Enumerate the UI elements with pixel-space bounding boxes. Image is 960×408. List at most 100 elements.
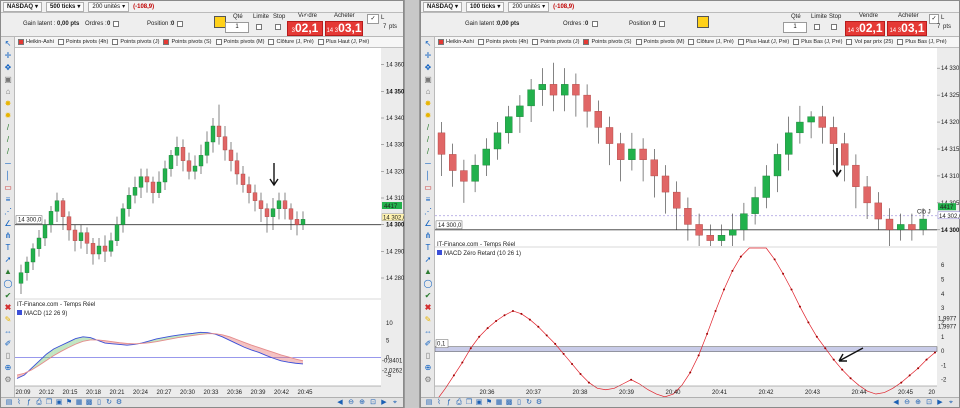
indicator-icon[interactable]: ƒ xyxy=(445,399,453,407)
move-icon[interactable]: ✥ xyxy=(3,63,13,73)
left-position-icon[interactable] xyxy=(177,21,183,27)
right-alert-icon[interactable] xyxy=(697,16,709,28)
right-units-selector[interactable]: 200 unités ▾ xyxy=(508,1,550,12)
check-icon[interactable]: ✓ xyxy=(929,14,939,24)
right-ticks-selector[interactable]: 100 ticks ▾ xyxy=(466,1,505,12)
left-buy-button[interactable]: 14 303,1 xyxy=(325,21,363,36)
indicator-checkbox[interactable] xyxy=(18,39,24,45)
right-position-icon[interactable] xyxy=(659,21,665,27)
fibonacci-fan-icon[interactable]: ⋰ xyxy=(3,207,13,217)
move-icon[interactable]: ✥ xyxy=(423,63,433,73)
bookmark-icon[interactable]: ⚑ xyxy=(65,399,73,407)
indicator-checkbox[interactable] xyxy=(112,39,119,45)
settings-icon[interactable]: ⚙ xyxy=(535,399,543,407)
indicator-toggle[interactable]: Plus Haut (J, Pré) xyxy=(737,39,789,45)
indicator-toggle[interactable]: Vol par prix (25) xyxy=(846,39,893,45)
indicator-toggle[interactable]: Heikin-Ashi xyxy=(18,39,54,45)
indicator-checkbox[interactable] xyxy=(793,39,800,45)
indicator-checkbox[interactable] xyxy=(688,39,695,45)
indicator-checkbox[interactable] xyxy=(477,39,484,45)
brush-icon[interactable]: ✐ xyxy=(3,339,13,349)
alarm-icon[interactable]: ✹ xyxy=(423,111,433,121)
settings-icon[interactable]: ⚙ xyxy=(3,375,13,385)
ellipse-icon[interactable]: ◯ xyxy=(3,279,13,289)
horizontal-line-icon[interactable]: ─ xyxy=(3,159,13,169)
andrews-icon[interactable]: ⋔ xyxy=(423,231,433,241)
right-orders-icon[interactable] xyxy=(592,21,598,27)
left-units-selector[interactable]: 200 unités ▾ xyxy=(88,1,130,12)
save-icon[interactable]: ▣ xyxy=(55,399,63,407)
zoom-fit-icon[interactable]: ⊡ xyxy=(369,399,377,407)
copy-icon[interactable]: ❐ xyxy=(465,399,473,407)
indicator-toggle[interactable]: Points pivots (M) xyxy=(215,39,264,45)
trash-icon[interactable]: ▣ xyxy=(3,75,13,85)
indicator-checkbox[interactable] xyxy=(583,39,590,45)
check-icon[interactable]: ✔ xyxy=(423,291,433,301)
text-icon[interactable]: T xyxy=(3,243,13,253)
zoom-fit-icon[interactable]: ⊡ xyxy=(925,399,933,407)
zoom-out-icon[interactable]: ⊖ xyxy=(347,399,355,407)
channel-icon[interactable]: / xyxy=(423,147,433,157)
indicator-icon[interactable]: ƒ xyxy=(25,399,33,407)
measure-icon[interactable]: ⇔ xyxy=(3,327,13,337)
left-stop-checkbox[interactable] xyxy=(275,24,281,30)
pane-splitter[interactable] xyxy=(404,0,420,408)
arrow-icon[interactable]: ➚ xyxy=(3,255,13,265)
fibonacci-icon[interactable]: ≡ xyxy=(423,195,433,205)
right-chart[interactable]: 14 330 14 325 14 320 14 315 14 310 1 4 3 0 5 14 3… xyxy=(435,48,960,399)
vertical-line-icon[interactable]: │ xyxy=(3,171,13,181)
rectangle-icon[interactable]: ▭ xyxy=(3,183,13,193)
indicator-toggle[interactable]: Points pivots (S) xyxy=(583,39,632,45)
indicator-checkbox[interactable] xyxy=(532,39,539,45)
indicator-toggle[interactable]: Points pivots (J) xyxy=(532,39,579,45)
lock-icon[interactable]: ▯ xyxy=(95,399,103,407)
magnet-icon[interactable]: ⌂ xyxy=(3,87,13,97)
settings-icon[interactable]: ⚙ xyxy=(423,375,433,385)
scroll-left-icon[interactable]: ◀ xyxy=(892,399,900,407)
ray-icon[interactable]: / xyxy=(3,135,13,145)
gann-icon[interactable]: ∠ xyxy=(423,219,433,229)
crosshair-icon[interactable]: ✛ xyxy=(423,51,433,61)
chart-line-icon[interactable]: ⌇ xyxy=(15,399,23,407)
cross-icon[interactable]: ✖ xyxy=(423,303,433,313)
lightbulb-icon[interactable]: ✸ xyxy=(3,99,13,109)
fibonacci-fan-icon[interactable]: ⋰ xyxy=(423,207,433,217)
right-qty-input[interactable]: 1 xyxy=(783,22,807,33)
refresh-icon[interactable]: ↻ xyxy=(105,399,113,407)
zoom-in-icon[interactable]: ⊕ xyxy=(914,399,922,407)
left-orders-icon[interactable] xyxy=(113,21,119,27)
horizontal-line-icon[interactable]: ─ xyxy=(423,159,433,169)
indicator-toggle[interactable]: Plus Haut (J, Pré) xyxy=(317,39,369,45)
right-limit-checkbox[interactable] xyxy=(814,24,820,30)
fibonacci-icon[interactable]: ≡ xyxy=(3,195,13,205)
indicator-checkbox[interactable] xyxy=(57,39,64,45)
cursor-icon[interactable]: ↖ xyxy=(423,39,433,49)
arrow-icon[interactable]: ➚ xyxy=(423,255,433,265)
indicator-checkbox[interactable] xyxy=(846,39,853,45)
layout-icon[interactable]: ▦ xyxy=(75,399,83,407)
indicator-toggle[interactable]: Clôture (J, Pré) xyxy=(688,39,734,45)
vertical-line-icon[interactable]: │ xyxy=(423,171,433,181)
zoom-in-icon[interactable]: ⊕ xyxy=(358,399,366,407)
measure-icon[interactable]: ⇔ xyxy=(423,327,433,337)
left-instrument-selector[interactable]: NASDAQ ▾ xyxy=(3,1,43,12)
scroll-left-icon[interactable]: ◀ xyxy=(336,399,344,407)
indicator-checkbox[interactable] xyxy=(635,39,642,45)
rectangle-icon[interactable]: ▭ xyxy=(423,183,433,193)
print-icon[interactable]: ⎙ xyxy=(35,399,43,407)
lock-icon[interactable]: ▯ xyxy=(515,399,523,407)
indicator-toggle[interactable]: Points pivots (4h) xyxy=(57,39,108,45)
pencil-icon[interactable]: ✎ xyxy=(423,315,433,325)
indicator-checkbox[interactable] xyxy=(897,39,904,45)
grid-icon[interactable]: ▩ xyxy=(505,399,513,407)
trendline-icon[interactable]: / xyxy=(423,123,433,133)
indicator-toggle[interactable]: Points pivots (M) xyxy=(635,39,684,45)
ray-icon[interactable]: / xyxy=(423,135,433,145)
ellipse-icon[interactable]: ◯ xyxy=(423,279,433,289)
indicator-checkbox[interactable] xyxy=(215,39,222,45)
pencil-icon[interactable]: ✎ xyxy=(3,315,13,325)
left-qty-input[interactable]: 1 xyxy=(225,22,249,33)
cursor-icon[interactable]: ↖ xyxy=(3,39,13,49)
scroll-right-icon[interactable]: ▶ xyxy=(380,399,388,407)
scroll-right-icon[interactable]: ▶ xyxy=(936,399,944,407)
